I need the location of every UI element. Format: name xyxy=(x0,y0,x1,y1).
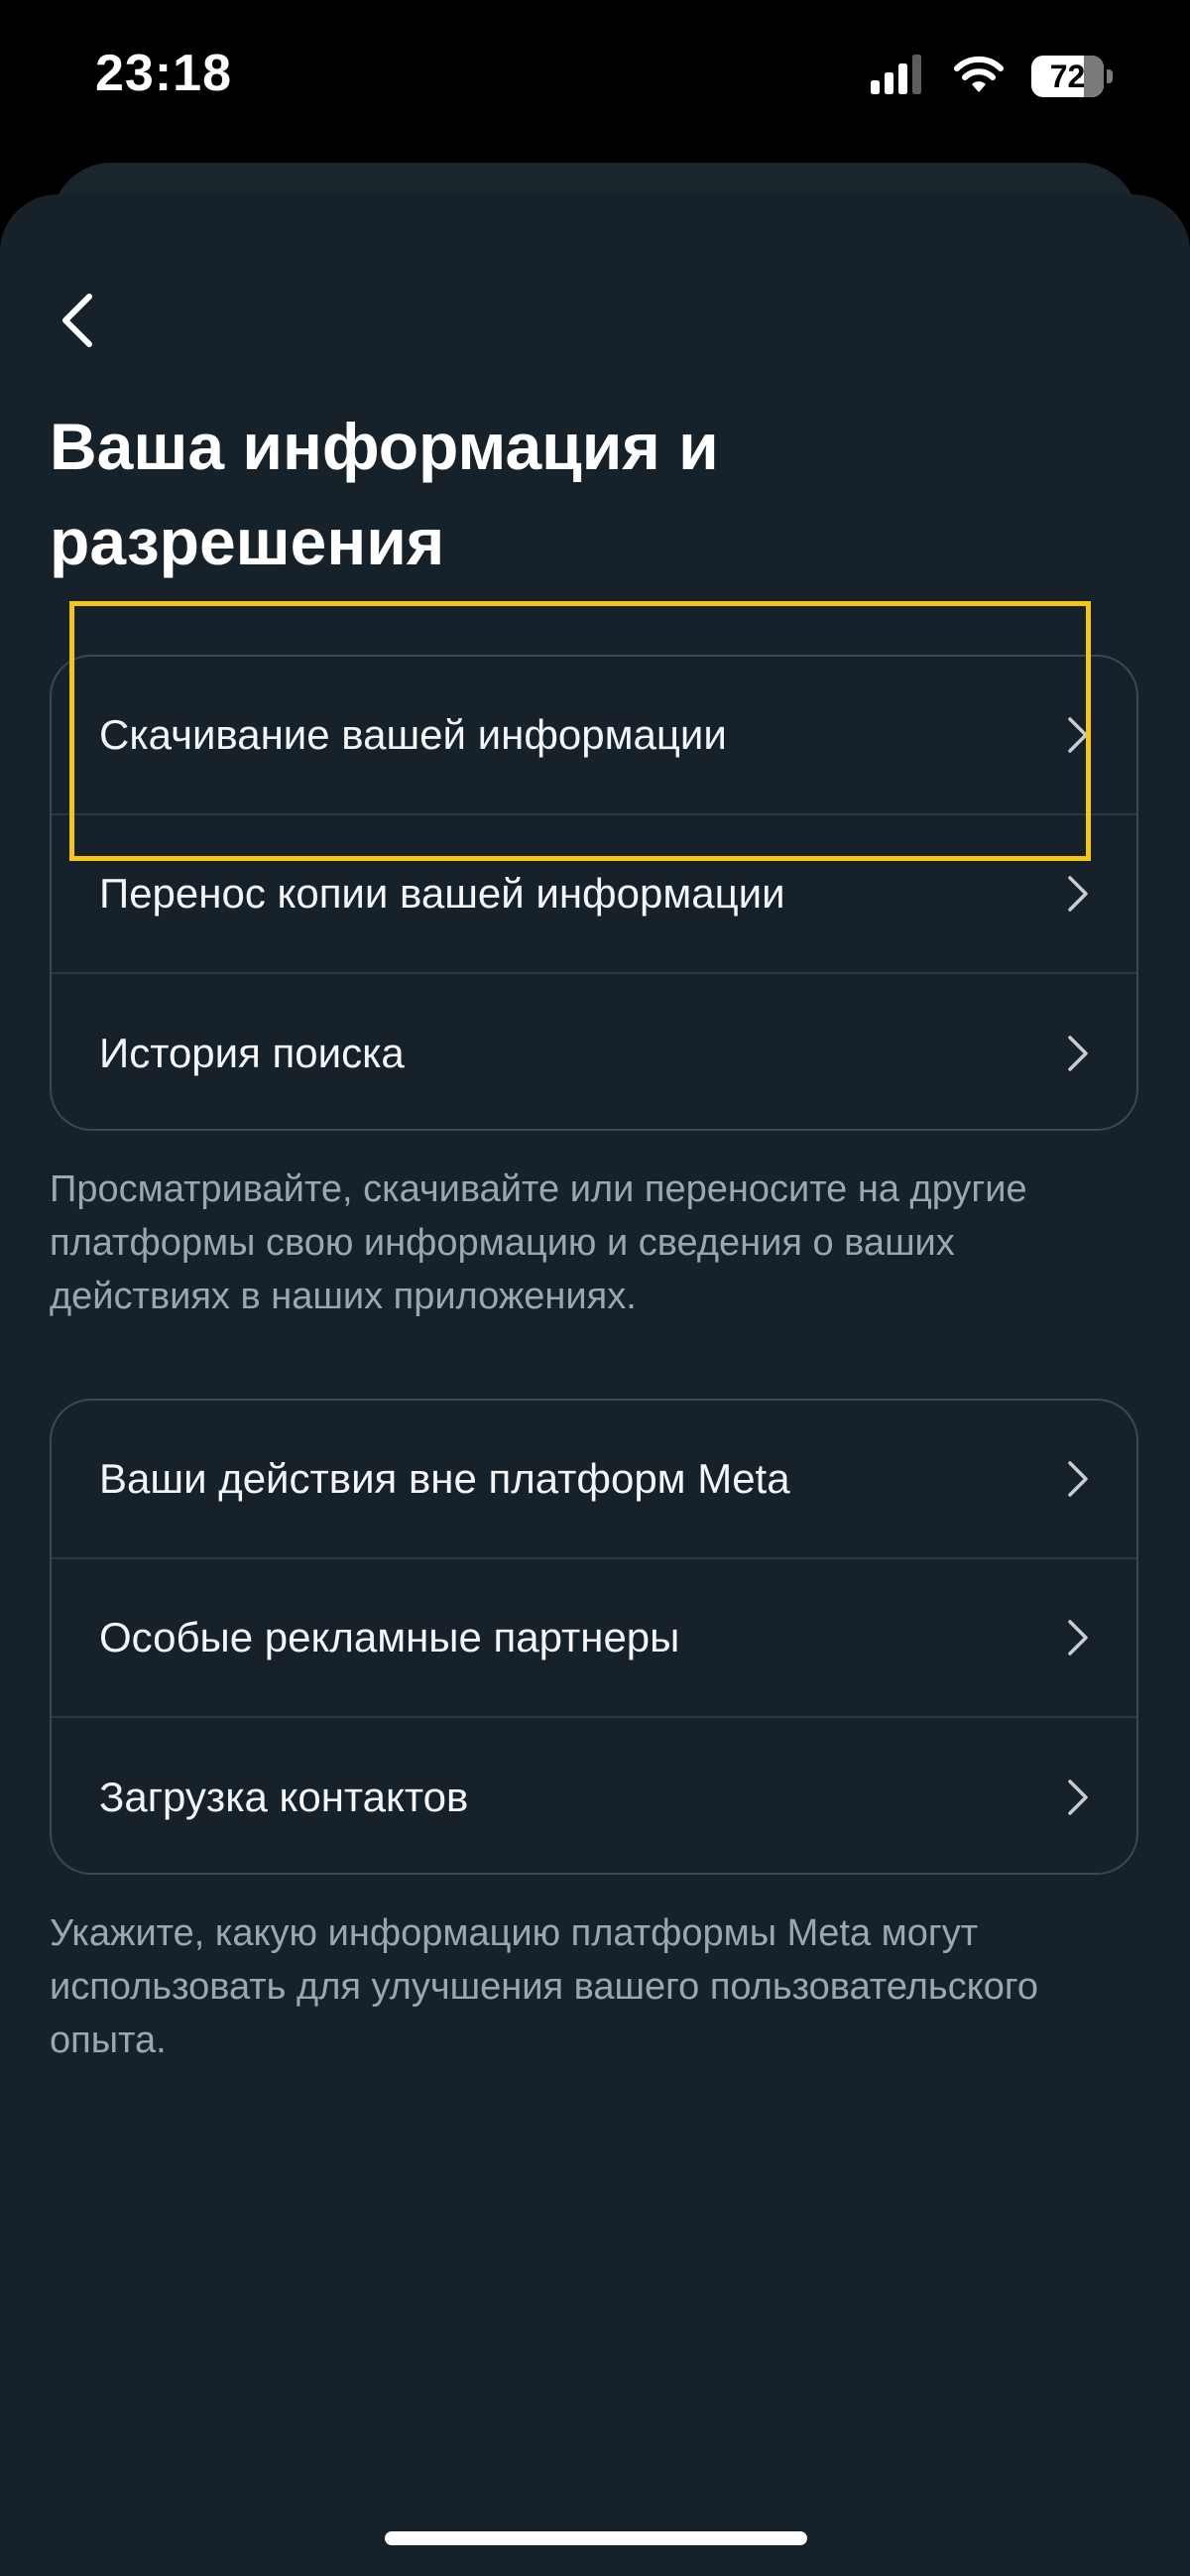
permissions-group: Ваши действия вне платформ Meta Особые р… xyxy=(50,1399,1138,1875)
list-item-search-history[interactable]: История поиска xyxy=(52,974,1136,1129)
home-indicator xyxy=(385,2531,807,2545)
chevron-right-icon xyxy=(1063,1459,1093,1499)
page-title-line-1: Ваша информация и xyxy=(50,410,719,483)
permissions-group-caption: Укажите, какую информацию платформы Meta… xyxy=(50,1912,1039,2061)
status-bar: 23:18 72 xyxy=(0,0,1190,159)
settings-sheet: Ваша информация и разрешения Скачивание … xyxy=(0,194,1190,2576)
screen: 23:18 72 Ваша информация и разрешения Ск… xyxy=(0,0,1190,2576)
list-item-label: Скачивание вашей информации xyxy=(99,711,727,758)
battery-empty-portion xyxy=(1083,56,1105,97)
list-item-off-meta-activity[interactable]: Ваши действия вне платформ Meta xyxy=(52,1401,1136,1559)
list-item-label: Загрузка контактов xyxy=(99,1774,469,1820)
chevron-right-icon xyxy=(1063,715,1093,755)
list-item-upload-contacts[interactable]: Загрузка контактов xyxy=(52,1718,1136,1873)
information-group-caption: Просматривайте, скачивайте или переносит… xyxy=(50,1168,1027,1317)
battery-percentage: 72 xyxy=(1049,58,1086,94)
battery-body: 72 xyxy=(1031,56,1105,97)
list-item-label: История поиска xyxy=(99,1030,405,1076)
list-item-label: Особые рекламные партнеры xyxy=(99,1614,680,1660)
page-title: Ваша информация и разрешения xyxy=(50,399,1041,589)
cellular-signal-icon xyxy=(871,54,926,99)
battery-icon: 72 xyxy=(1031,56,1113,97)
status-icons: 72 xyxy=(871,52,1113,101)
page-title-line-2: разрешения xyxy=(50,505,445,578)
battery-tip xyxy=(1107,69,1113,83)
list-item-download-information[interactable]: Скачивание вашей информации xyxy=(52,657,1136,815)
list-item-transfer-information[interactable]: Перенос копии вашей информации xyxy=(52,815,1136,974)
chevron-right-icon xyxy=(1063,874,1093,914)
list-item-label: Перенос копии вашей информации xyxy=(99,870,785,917)
list-item-specific-ad-partners[interactable]: Особые рекламные партнеры xyxy=(52,1559,1136,1718)
list-item-label: Ваши действия вне платформ Meta xyxy=(99,1455,790,1502)
chevron-right-icon xyxy=(1063,1034,1093,1073)
status-time: 23:18 xyxy=(95,45,232,102)
back-button[interactable] xyxy=(48,288,107,357)
chevron-right-icon xyxy=(1063,1618,1093,1657)
chevron-left-icon xyxy=(60,293,95,353)
information-group: Скачивание вашей информации Перенос копи… xyxy=(50,655,1138,1131)
wifi-icon xyxy=(952,55,1006,99)
chevron-right-icon xyxy=(1063,1778,1093,1817)
